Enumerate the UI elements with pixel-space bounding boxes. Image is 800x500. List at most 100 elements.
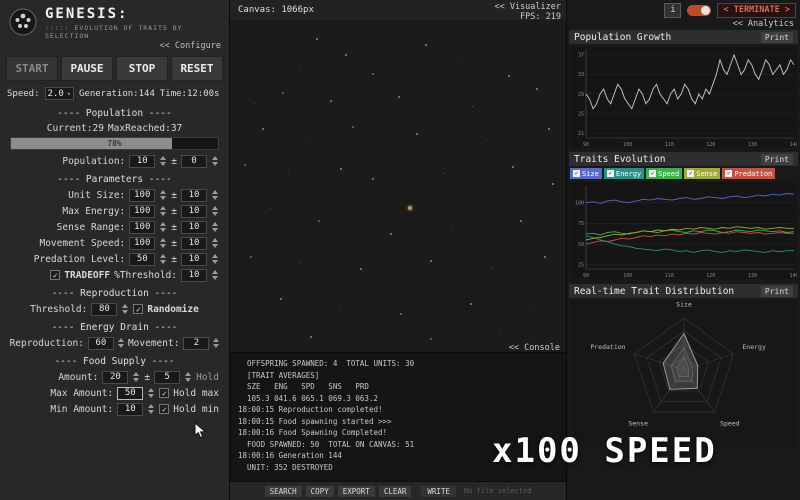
legend-chip-predation[interactable]: ✓ Predation <box>722 168 776 179</box>
movement-speed-stepper[interactable] <box>159 237 167 250</box>
step-up-icon[interactable] <box>122 304 129 308</box>
population-stepper[interactable] <box>159 155 167 168</box>
speed-select[interactable]: 2.0 ▾ <box>44 87 74 100</box>
step-up-icon[interactable] <box>160 222 167 226</box>
predation-level-input[interactable]: 50 <box>129 252 156 266</box>
sense-range-variance-stepper[interactable] <box>211 221 219 234</box>
console-link[interactable]: << Console <box>509 343 560 353</box>
movement-speed-variance-stepper[interactable] <box>211 237 219 250</box>
threshold-pct-stepper[interactable] <box>211 269 219 282</box>
step-down-icon[interactable] <box>160 212 167 216</box>
legend-chip-size[interactable]: ✓ Size <box>570 168 602 179</box>
step-up-icon[interactable] <box>160 238 167 242</box>
drain-movement-stepper[interactable] <box>213 337 220 350</box>
drain-repro-stepper[interactable] <box>117 337 124 350</box>
drain-movement-input[interactable]: 2 <box>183 336 210 350</box>
visualizer-link[interactable]: << Visualizer <box>494 2 561 12</box>
drain-repro-input[interactable]: 60 <box>87 336 114 350</box>
step-up-icon[interactable] <box>148 388 155 392</box>
unit-size-stepper[interactable] <box>159 189 167 202</box>
print-button[interactable]: Print <box>760 31 793 43</box>
food-min-stepper[interactable] <box>147 403 155 416</box>
sim-canvas[interactable] <box>230 20 566 352</box>
predation-level-stepper[interactable] <box>159 253 167 266</box>
max-energy-stepper[interactable] <box>159 205 167 218</box>
step-up-icon[interactable] <box>213 338 220 342</box>
step-down-icon[interactable] <box>212 276 218 280</box>
power-toggle[interactable] <box>687 5 712 16</box>
food-min-input[interactable]: 10 <box>117 402 144 416</box>
step-down-icon[interactable] <box>148 394 155 398</box>
step-up-icon[interactable] <box>133 372 140 376</box>
search-button[interactable]: SEARCH <box>264 485 302 497</box>
step-down-icon[interactable] <box>212 260 218 264</box>
terminate-button[interactable]: < TERMINATE > <box>717 3 796 18</box>
hold-min-checkbox[interactable]: ✓ <box>159 404 170 414</box>
step-up-icon[interactable] <box>160 206 167 210</box>
step-down-icon[interactable] <box>212 212 218 216</box>
sense-range-stepper[interactable] <box>159 221 167 234</box>
legend-checkbox[interactable]: ✓ <box>649 170 657 177</box>
step-up-icon[interactable] <box>160 254 167 258</box>
copy-button[interactable]: COPY <box>305 485 334 497</box>
step-up-icon[interactable] <box>212 222 218 226</box>
configure-link[interactable]: << Configure <box>0 41 229 54</box>
food-amount-variance-input[interactable]: 5 <box>154 370 181 384</box>
repro-threshold-input[interactable]: 80 <box>91 302 118 316</box>
step-up-icon[interactable] <box>212 254 218 258</box>
food-amount-input[interactable]: 20 <box>102 370 129 384</box>
food-max-stepper[interactable] <box>147 387 155 400</box>
step-up-icon[interactable] <box>212 190 218 194</box>
step-up-icon[interactable] <box>185 372 192 376</box>
reset-button[interactable]: RESET <box>171 56 223 81</box>
stop-button[interactable]: STOP <box>116 56 168 81</box>
food-hold-label[interactable]: Hold <box>196 372 219 383</box>
step-down-icon[interactable] <box>160 196 167 200</box>
export-button[interactable]: EXPORT <box>337 485 375 497</box>
sense-range-variance-input[interactable]: 10 <box>181 220 207 234</box>
hold-max-checkbox[interactable]: ✓ <box>159 388 170 398</box>
unit-size-input[interactable]: 100 <box>129 188 156 202</box>
clear-button[interactable]: CLEAR <box>378 485 412 497</box>
movement-speed-input[interactable]: 100 <box>129 236 156 250</box>
info-button[interactable]: i <box>664 3 682 18</box>
max-energy-variance-stepper[interactable] <box>211 205 219 218</box>
legend-checkbox[interactable]: ✓ <box>725 170 733 177</box>
unit-size-variance-input[interactable]: 10 <box>181 188 207 202</box>
print-button[interactable]: Print <box>760 285 793 297</box>
legend-checkbox[interactable]: ✓ <box>573 170 580 177</box>
max-energy-input[interactable]: 100 <box>129 204 156 218</box>
randomize-checkbox[interactable]: ✓ <box>133 304 144 314</box>
step-up-icon[interactable] <box>212 156 218 160</box>
predation-level-variance-stepper[interactable] <box>211 253 219 266</box>
repro-threshold-stepper[interactable] <box>121 303 129 316</box>
step-up-icon[interactable] <box>148 404 155 408</box>
unit-size-variance-stepper[interactable] <box>211 189 219 202</box>
step-up-icon[interactable] <box>160 156 167 160</box>
analytics-link[interactable]: << Analytics <box>733 19 794 29</box>
step-down-icon[interactable] <box>185 378 192 382</box>
step-down-icon[interactable] <box>212 244 218 248</box>
step-up-icon[interactable] <box>212 238 218 242</box>
legend-checkbox[interactable]: ✓ <box>687 170 695 177</box>
food-amount-stepper[interactable] <box>132 371 140 384</box>
step-down-icon[interactable] <box>148 410 155 414</box>
step-down-icon[interactable] <box>117 344 124 348</box>
step-down-icon[interactable] <box>212 162 218 166</box>
step-down-icon[interactable] <box>160 162 167 166</box>
tradeoff-checkbox[interactable]: ✓ <box>50 270 61 280</box>
start-button[interactable]: START <box>6 56 58 81</box>
movement-speed-variance-input[interactable]: 10 <box>181 236 207 250</box>
legend-checkbox[interactable]: ✓ <box>606 170 614 177</box>
step-down-icon[interactable] <box>212 196 218 200</box>
step-up-icon[interactable] <box>117 338 124 342</box>
print-button[interactable]: Print <box>760 153 793 165</box>
legend-chip-sense[interactable]: ✓ Sense <box>684 168 721 179</box>
food-amount-variance-stepper[interactable] <box>184 371 192 384</box>
step-down-icon[interactable] <box>212 228 218 232</box>
step-down-icon[interactable] <box>160 228 167 232</box>
food-max-input[interactable]: 50 <box>117 386 144 400</box>
step-up-icon[interactable] <box>212 206 218 210</box>
threshold-pct-input[interactable]: 10 <box>181 268 207 282</box>
legend-chip-energy[interactable]: ✓ Energy <box>603 168 645 179</box>
